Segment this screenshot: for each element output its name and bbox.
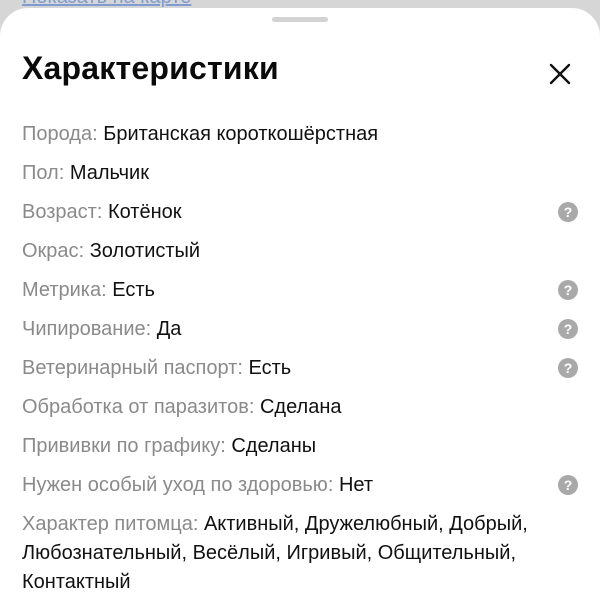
characteristic-key: Характер питомца: [22, 513, 193, 535]
key-separator: :: [58, 162, 70, 184]
characteristic-value: Мальчик: [69, 162, 149, 184]
characteristics-list: Порода: Британская короткошёрстная Пол: М…: [22, 120, 582, 597]
sheet-title: Характеристики: [22, 50, 279, 86]
characteristic-row: Метрика: Есть?: [22, 276, 582, 315]
characteristic-row: Ветеринарный паспорт: Есть?: [22, 354, 582, 393]
characteristic-key: Окрас: [22, 240, 79, 262]
key-separator: :: [248, 396, 260, 418]
characteristic-key: Пол: [22, 162, 59, 184]
characteristic-row: Возраст: Котёнок?: [22, 198, 582, 237]
characteristics-sheet: Характеристики Порода: Британская коротк…: [0, 8, 600, 600]
characteristic-value: Да: [156, 318, 182, 340]
sheet-drag-handle[interactable]: [272, 17, 328, 22]
characteristic-row: Нужен особый уход по здоровью: Нет?: [22, 471, 582, 510]
characteristic-row: Обработка от паразитов: Сделана: [22, 393, 582, 432]
key-separator: :: [192, 513, 204, 535]
characteristic-key: Метрика: [22, 279, 102, 301]
characteristic-key: Чипирование: [22, 318, 146, 340]
characteristic-row: Прививки по графику: Сделаны: [22, 432, 582, 471]
key-separator: :: [101, 279, 113, 301]
characteristic-key: Порода: [22, 123, 93, 145]
characteristic-value: Котёнок: [107, 201, 182, 223]
question-circle-icon[interactable]: ?: [558, 280, 578, 300]
characteristic-row: Пол: Мальчик: [22, 159, 582, 198]
characteristic-value: Нет: [338, 474, 373, 496]
characteristic-row: Порода: Британская короткошёрстная: [22, 120, 582, 159]
key-separator: :: [92, 123, 104, 145]
characteristic-row: Окрас: Золотистый: [22, 237, 582, 276]
characteristic-value: Золотистый: [89, 240, 201, 262]
question-circle-icon[interactable]: ?: [558, 358, 578, 378]
characteristic-value: Британская короткошёрстная: [103, 123, 379, 145]
question-circle-icon[interactable]: ?: [558, 319, 578, 339]
characteristic-value: Есть: [248, 357, 292, 379]
characteristic-key: Прививки по графику: [22, 435, 221, 457]
question-circle-icon[interactable]: ?: [558, 475, 578, 495]
characteristic-value: Сделана: [259, 396, 342, 418]
question-circle-icon[interactable]: ?: [558, 202, 578, 222]
characteristic-key: Ветеринарный паспорт: [22, 357, 238, 379]
key-separator: :: [237, 357, 249, 379]
characteristic-key: Обработка от паразитов: [22, 396, 249, 418]
characteristic-value: Сделаны: [231, 435, 317, 457]
key-separator: :: [327, 474, 339, 496]
key-separator: :: [78, 240, 90, 262]
close-button[interactable]: [540, 54, 580, 94]
key-separator: :: [96, 201, 108, 223]
characteristic-value: Есть: [112, 279, 155, 301]
close-icon: [549, 63, 571, 85]
characteristic-key: Нужен особый уход по здоровью: [22, 474, 328, 496]
characteristic-row: Характер питомца: Активный, Дружелюбный,…: [22, 510, 542, 597]
characteristic-row: Чипирование: Да?: [22, 315, 582, 354]
characteristic-key: Возраст: [22, 201, 97, 223]
key-separator: :: [220, 435, 232, 457]
key-separator: :: [145, 318, 157, 340]
